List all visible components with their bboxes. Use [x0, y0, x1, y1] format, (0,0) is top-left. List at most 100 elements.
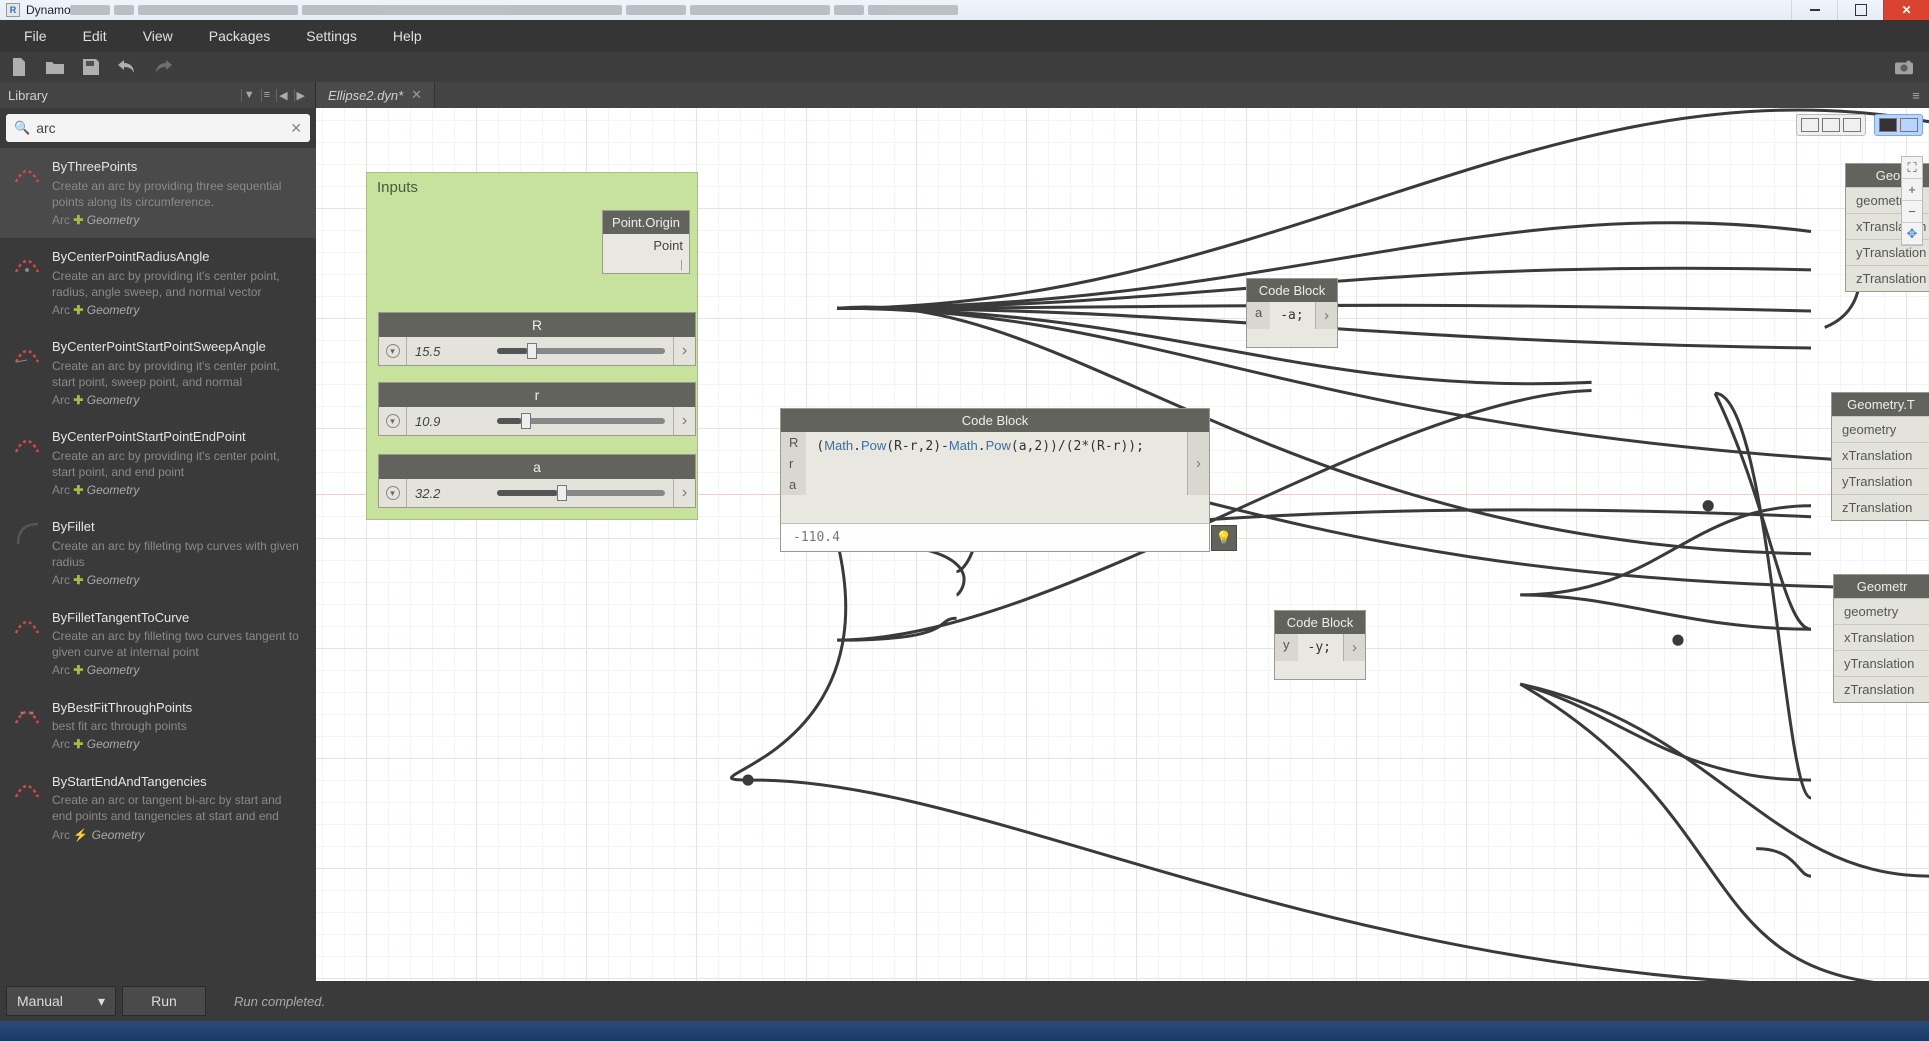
run-mode-dropdown[interactable]: Manual▾: [6, 986, 116, 1016]
output-port[interactable]: ›: [673, 479, 695, 507]
result-name: ByBestFitThroughPoints: [52, 699, 304, 717]
menu-settings[interactable]: Settings: [290, 22, 373, 50]
code-expression[interactable]: (Math.Pow(R-r,2)-Math.Pow(a,2))/(2*(R-r)…: [806, 432, 1187, 495]
input-port[interactable]: r: [781, 453, 806, 474]
document-tab[interactable]: Ellipse2.dyn* ✕: [316, 82, 435, 108]
graph-canvas[interactable]: Inputs Point.Origin Point | R ▾ 15.5 › r…: [316, 108, 1929, 993]
slider-value[interactable]: 15.5: [407, 344, 489, 359]
zoom-out-icon[interactable]: −: [1902, 201, 1922, 223]
node-header: Code Block: [781, 409, 1209, 432]
slider-expand-icon[interactable]: ▾: [379, 479, 407, 507]
slider-track[interactable]: [497, 418, 665, 424]
result-path: Arc ✚ Geometry: [52, 572, 304, 588]
output-port[interactable]: Point: [603, 234, 689, 257]
result-path: Arc ⚡ Geometry: [52, 827, 304, 843]
arc-icon: [12, 248, 42, 278]
os-taskbar: [0, 1021, 1929, 1041]
new-file-icon[interactable]: [10, 58, 28, 76]
zoom-in-icon[interactable]: +: [1902, 179, 1922, 201]
list-item[interactable]: ByCenterPointStartPointSweepAngle Create…: [0, 328, 316, 418]
list-item[interactable]: ByCenterPointRadiusAngle Create an arc b…: [0, 238, 316, 328]
close-tab-icon[interactable]: ✕: [411, 87, 422, 103]
slider-expand-icon[interactable]: ▾: [379, 407, 407, 435]
input-port[interactable]: geometry: [1832, 416, 1929, 442]
node-codeblock-neg-a[interactable]: Code Block a -a; ›: [1246, 278, 1338, 348]
list-item[interactable]: ByFilletTangentToCurve Create an arc by …: [0, 599, 316, 689]
input-port[interactable]: zTranslation: [1846, 265, 1929, 291]
arc-icon: [12, 699, 42, 729]
open-file-icon[interactable]: [46, 58, 64, 76]
pan-icon[interactable]: ✥: [1902, 223, 1922, 245]
search-input[interactable]: [36, 120, 284, 136]
fit-view-icon[interactable]: ⛶: [1902, 157, 1922, 179]
slider-value[interactable]: 32.2: [407, 486, 489, 501]
input-port[interactable]: zTranslation: [1834, 676, 1929, 702]
window-minimize-button[interactable]: [1791, 0, 1837, 20]
list-item[interactable]: ByStartEndAndTangencies Create an arc or…: [0, 763, 316, 853]
save-icon[interactable]: [82, 58, 100, 76]
slider-value[interactable]: 10.9: [407, 414, 489, 429]
node-codeblock-main[interactable]: Code Block R r a (Math.Pow(R-r,2)-Math.P…: [780, 408, 1210, 552]
node-slider-r[interactable]: r ▾ 10.9 ›: [378, 382, 696, 436]
view-3d-toggle[interactable]: [1796, 114, 1866, 136]
node-header: Point.Origin: [603, 211, 689, 234]
screenshot-icon[interactable]: [1895, 58, 1913, 76]
input-port[interactable]: xTranslation: [1834, 624, 1929, 650]
menu-edit[interactable]: Edit: [67, 22, 123, 50]
output-port[interactable]: ›: [1343, 634, 1365, 661]
undo-icon[interactable]: [118, 58, 136, 76]
library-panel: 🔍 ✕ ByThreePoints Create an arc by provi…: [0, 108, 316, 993]
menu-help[interactable]: Help: [377, 22, 438, 50]
output-port[interactable]: ›: [1315, 302, 1337, 329]
node-point-origin[interactable]: Point.Origin Point |: [602, 210, 690, 274]
output-port[interactable]: ›: [673, 337, 695, 365]
list-item[interactable]: ByFillet Create an arc by filleting twp …: [0, 508, 316, 598]
input-port[interactable]: a: [781, 474, 806, 495]
list-item[interactable]: ByThreePoints Create an arc by providing…: [0, 148, 316, 238]
slider-title: r: [379, 383, 695, 407]
slider-track[interactable]: [497, 490, 665, 496]
window-title: Dynamo: [26, 3, 71, 17]
pin-icon[interactable]: 💡: [1211, 525, 1237, 551]
code-expression[interactable]: -y;: [1298, 634, 1344, 661]
node-slider-a[interactable]: a ▾ 32.2 ›: [378, 454, 696, 508]
canvas-menu-icon[interactable]: ≡: [1903, 82, 1929, 108]
toolbar: [0, 52, 1929, 82]
input-port[interactable]: yTranslation: [1834, 650, 1929, 676]
run-button[interactable]: Run: [122, 986, 206, 1016]
input-port[interactable]: R: [781, 432, 806, 453]
redo-icon[interactable]: [154, 58, 172, 76]
arc-icon: [12, 158, 42, 188]
result-name: ByFillet: [52, 518, 304, 536]
menu-file[interactable]: File: [8, 22, 63, 50]
clear-search-icon[interactable]: ✕: [290, 120, 302, 137]
input-port[interactable]: a: [1247, 302, 1270, 323]
search-box[interactable]: 🔍 ✕: [6, 114, 310, 142]
menu-view[interactable]: View: [127, 22, 189, 50]
node-header: Code Block: [1247, 279, 1337, 302]
output-port[interactable]: ›: [1187, 432, 1209, 495]
input-port[interactable]: y: [1275, 634, 1298, 655]
view-graph-toggle[interactable]: [1874, 114, 1923, 136]
result-desc: Create an arc by providing it's center p…: [52, 448, 304, 480]
input-port[interactable]: zTranslation: [1832, 494, 1929, 520]
node-codeblock-neg-y[interactable]: Code Block y -y; ›: [1274, 610, 1366, 680]
input-port[interactable]: yTranslation: [1832, 468, 1929, 494]
node-geometry-translate-bot[interactable]: Geometr geometry xTranslation yTranslati…: [1833, 574, 1929, 703]
slider-track[interactable]: [497, 348, 665, 354]
slider-expand-icon[interactable]: ▾: [379, 337, 407, 365]
node-geometry-translate-mid[interactable]: Geometry.T geometry xTranslation yTransl…: [1831, 392, 1929, 521]
result-path: Arc ✚ Geometry: [52, 212, 304, 228]
input-port[interactable]: geometry: [1834, 598, 1929, 624]
window-maximize-button[interactable]: [1837, 0, 1883, 20]
window-close-button[interactable]: ✕: [1883, 0, 1929, 20]
library-header-icons[interactable]: ▼≡◀▶: [241, 89, 307, 102]
list-item[interactable]: ByBestFitThroughPoints best fit arc thro…: [0, 689, 316, 763]
menu-packages[interactable]: Packages: [193, 22, 286, 50]
document-tab-label: Ellipse2.dyn*: [328, 88, 403, 103]
list-item[interactable]: ByCenterPointStartPointEndPoint Create a…: [0, 418, 316, 508]
code-expression[interactable]: -a;: [1270, 302, 1315, 329]
node-slider-R[interactable]: R ▾ 15.5 ›: [378, 312, 696, 366]
output-port[interactable]: ›: [673, 407, 695, 435]
input-port[interactable]: xTranslation: [1832, 442, 1929, 468]
